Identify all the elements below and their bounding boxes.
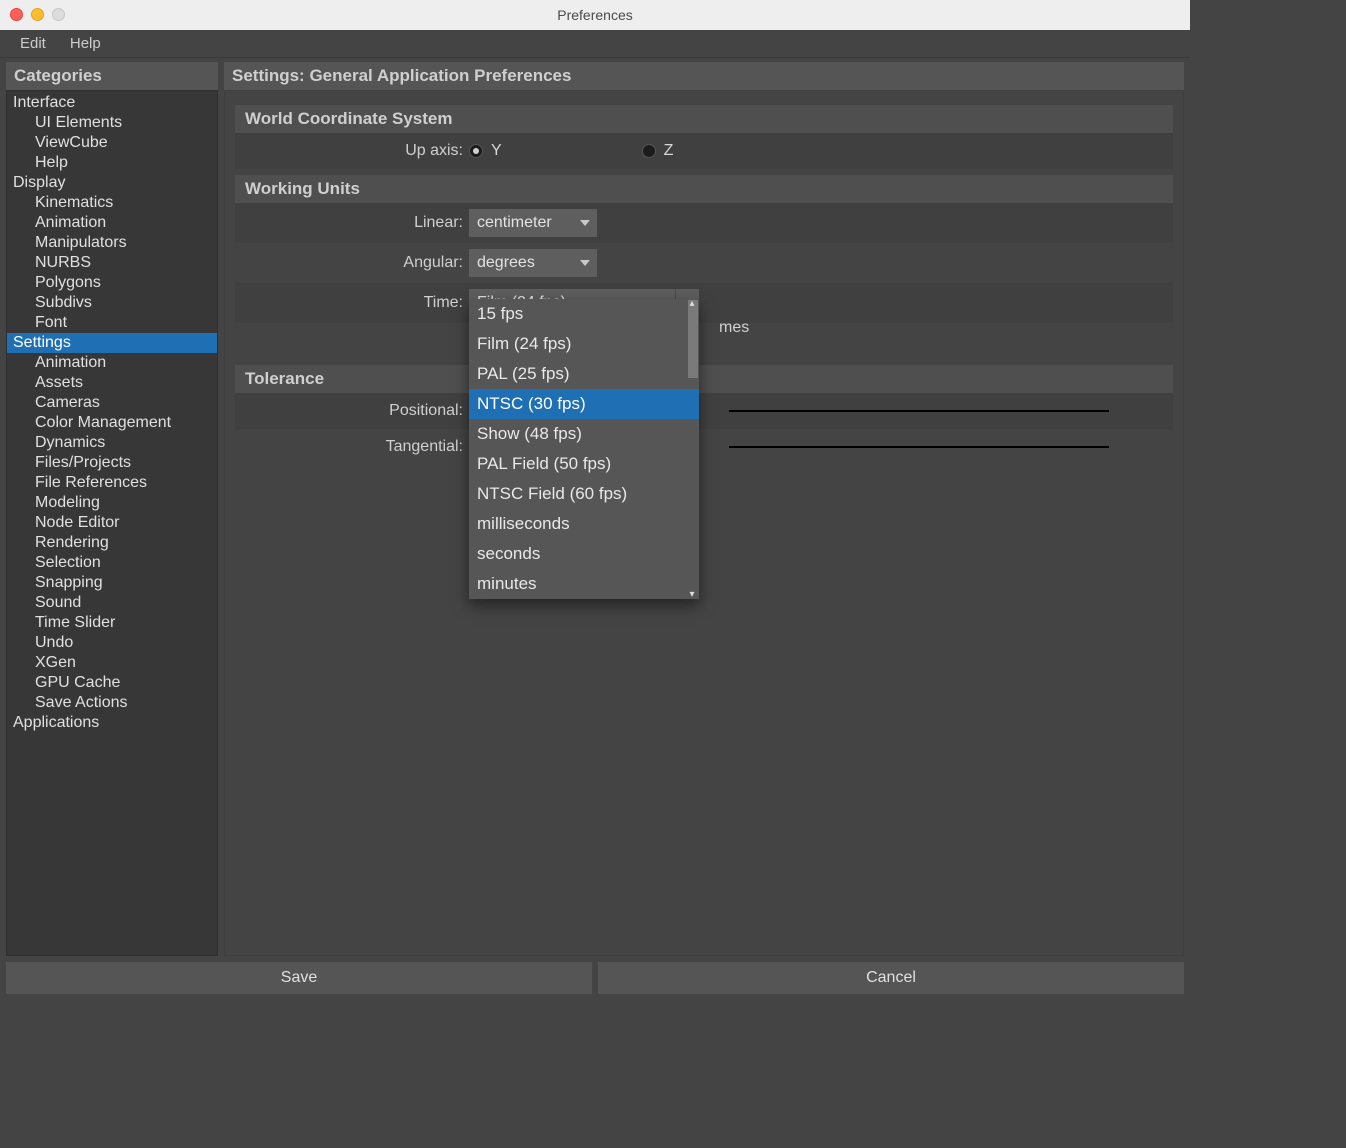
time-option-pal-25-fps-[interactable]: PAL (25 fps)	[469, 359, 699, 389]
label-time: Time:	[235, 294, 469, 312]
save-button[interactable]: Save	[6, 962, 592, 994]
section-working-units: Working Units	[235, 175, 1173, 203]
categories-header: Categories	[6, 62, 218, 90]
scroll-up-arrow-icon[interactable]: ▴	[687, 298, 697, 309]
section-world-coordinate: World Coordinate System	[235, 105, 1173, 133]
tree-item-undo[interactable]: Undo	[7, 633, 217, 653]
titlebar: Preferences	[0, 0, 1190, 30]
label-tangential: Tangential:	[235, 438, 469, 456]
tree-item-viewcube[interactable]: ViewCube	[7, 133, 217, 153]
combo-angular-value: degrees	[469, 254, 569, 272]
tree-item-xgen[interactable]: XGen	[7, 653, 217, 673]
tree-item-sound[interactable]: Sound	[7, 593, 217, 613]
menu-help[interactable]: Help	[58, 30, 113, 58]
tree-item-selection[interactable]: Selection	[7, 553, 217, 573]
combo-linear[interactable]: centimeter	[469, 209, 597, 237]
tree-item-cameras[interactable]: Cameras	[7, 393, 217, 413]
time-dropdown-popup: 15 fpsFilm (24 fps)PAL (25 fps)NTSC (30 …	[469, 299, 699, 599]
tree-item-gpu-cache[interactable]: GPU Cache	[7, 673, 217, 693]
tree-item-save-actions[interactable]: Save Actions	[7, 693, 217, 713]
time-option-film-24-fps-[interactable]: Film (24 fps)	[469, 329, 699, 359]
tree-item-ui-elements[interactable]: UI Elements	[7, 113, 217, 133]
time-option-milliseconds[interactable]: milliseconds	[469, 509, 699, 539]
tree-item-polygons[interactable]: Polygons	[7, 273, 217, 293]
tree-item-display[interactable]: Display	[7, 173, 217, 193]
tree-item-snapping[interactable]: Snapping	[7, 573, 217, 593]
tree-item-settings[interactable]: Settings	[7, 333, 217, 353]
time-option-seconds[interactable]: seconds	[469, 539, 699, 569]
row-up-axis: Up axis: Y Z	[235, 133, 1173, 169]
tree-item-node-editor[interactable]: Node Editor	[7, 513, 217, 533]
tree-item-time-slider[interactable]: Time Slider	[7, 613, 217, 633]
zoom-window-icon	[52, 8, 65, 21]
row-linear: Linear: centimeter	[235, 203, 1173, 243]
slider-positional[interactable]	[729, 410, 1109, 412]
combo-linear-value: centimeter	[469, 214, 569, 232]
categories-sidebar: Categories InterfaceUI ElementsViewCubeH…	[6, 62, 218, 956]
tree-item-animation[interactable]: Animation	[7, 353, 217, 373]
tree-item-kinematics[interactable]: Kinematics	[7, 193, 217, 213]
tree-item-nurbs[interactable]: NURBS	[7, 253, 217, 273]
time-option-ntsc-field-60-fps-[interactable]: NTSC Field (60 fps)	[469, 479, 699, 509]
scroll-down-arrow-icon[interactable]: ▾	[687, 589, 697, 600]
row-time: Time: Film (24 fps)	[235, 283, 1173, 323]
tree-item-color-management[interactable]: Color Management	[7, 413, 217, 433]
menubar: Edit Help	[0, 30, 1190, 58]
tree-item-dynamics[interactable]: Dynamics	[7, 433, 217, 453]
tree-item-subdivs[interactable]: Subdivs	[7, 293, 217, 313]
label-positional: Positional:	[235, 402, 469, 420]
menu-edit[interactable]: Edit	[8, 30, 58, 58]
tree-item-file-references[interactable]: File References	[7, 473, 217, 493]
chevron-down-icon	[573, 249, 597, 277]
time-option-show-48-fps-[interactable]: Show (48 fps)	[469, 419, 699, 449]
row-positional: Positional:	[235, 393, 1173, 429]
tree-item-modeling[interactable]: Modeling	[7, 493, 217, 513]
row-hidden-behind-popup	[235, 323, 1173, 359]
radio-up-axis-z[interactable]: Z	[642, 142, 674, 160]
radio-up-axis-y[interactable]: Y	[469, 142, 502, 160]
tree-item-manipulators[interactable]: Manipulators	[7, 233, 217, 253]
time-dropdown-list[interactable]: 15 fpsFilm (24 fps)PAL (25 fps)NTSC (30 …	[469, 299, 699, 599]
radio-icon	[469, 144, 483, 158]
radio-icon	[642, 144, 656, 158]
label-angular: Angular:	[235, 254, 469, 272]
tree-item-font[interactable]: Font	[7, 313, 217, 333]
close-window-icon[interactable]	[10, 8, 23, 21]
footer-buttons: Save Cancel	[0, 956, 1190, 1002]
settings-content: Settings: General Application Preference…	[224, 62, 1184, 956]
time-option-ntsc-30-fps-[interactable]: NTSC (30 fps)	[469, 389, 699, 419]
categories-tree[interactable]: InterfaceUI ElementsViewCubeHelpDisplayK…	[6, 90, 218, 956]
tree-item-files-projects[interactable]: Files/Projects	[7, 453, 217, 473]
minimize-window-icon[interactable]	[31, 8, 44, 21]
radio-label-z: Z	[664, 142, 674, 160]
window-title: Preferences	[557, 7, 632, 23]
window-controls	[10, 8, 65, 21]
section-tolerance: Tolerance	[235, 365, 1173, 393]
tree-item-interface[interactable]: Interface	[7, 93, 217, 113]
tree-item-rendering[interactable]: Rendering	[7, 533, 217, 553]
label-linear: Linear:	[235, 214, 469, 232]
combo-angular[interactable]: degrees	[469, 249, 597, 277]
content-body: World Coordinate System Up axis: Y Z	[224, 90, 1184, 956]
slider-tangential[interactable]	[729, 446, 1109, 448]
dropdown-scrollbar[interactable]	[688, 300, 698, 378]
radio-label-y: Y	[491, 142, 502, 160]
time-option-minutes[interactable]: minutes	[469, 569, 699, 599]
content-header: Settings: General Application Preference…	[224, 62, 1184, 90]
tree-item-animation[interactable]: Animation	[7, 213, 217, 233]
tree-item-help[interactable]: Help	[7, 153, 217, 173]
row-angular: Angular: degrees	[235, 243, 1173, 283]
chevron-down-icon	[573, 209, 597, 237]
tree-item-assets[interactable]: Assets	[7, 373, 217, 393]
label-up-axis: Up axis:	[235, 142, 469, 160]
time-option-pal-field-50-fps-[interactable]: PAL Field (50 fps)	[469, 449, 699, 479]
obscured-text-frames: mes	[719, 319, 749, 337]
cancel-button[interactable]: Cancel	[598, 962, 1184, 994]
tree-item-applications[interactable]: Applications	[7, 713, 217, 733]
time-option-15-fps[interactable]: 15 fps	[469, 299, 699, 329]
row-tangential: Tangential:	[235, 429, 1173, 465]
